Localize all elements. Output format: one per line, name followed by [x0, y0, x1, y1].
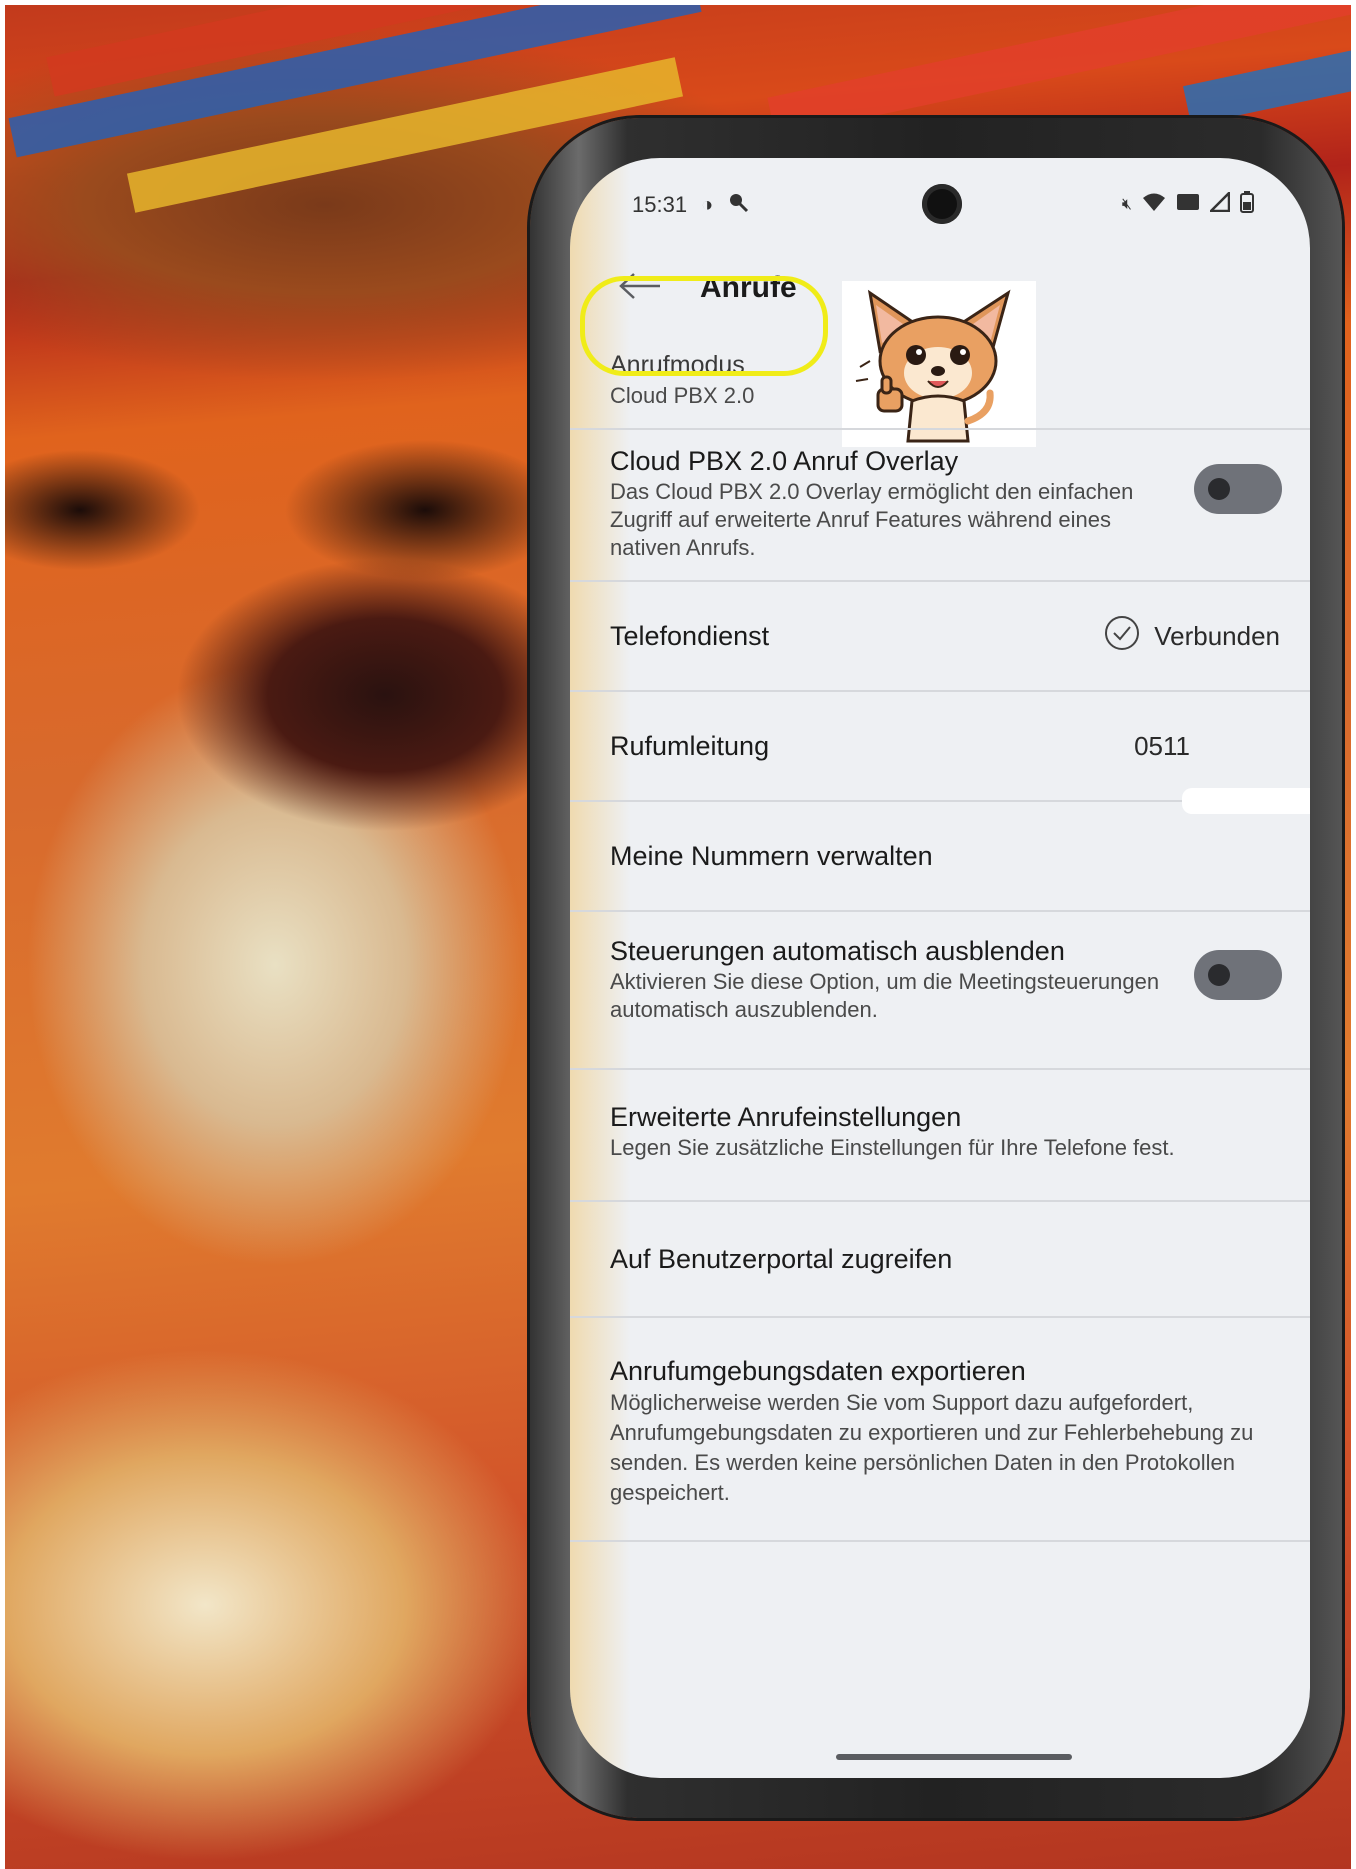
portal-title: Auf Benutzerportal zugreifen — [610, 1244, 953, 1274]
overlay-toggle[interactable] — [1194, 464, 1282, 514]
auto-hide-row[interactable]: Steuerungen automatisch ausblenden Aktiv… — [570, 912, 1310, 1070]
advanced-row[interactable]: Erweiterte Anrufeinstellungen Legen Sie … — [570, 1070, 1310, 1202]
export-title: Anrufumgebungsdaten exportieren — [610, 1356, 1026, 1386]
toggle-knob — [1208, 964, 1230, 986]
alarm-icon: ◑ — [701, 193, 714, 216]
advanced-description: Legen Sie zusätzliche Einstellungen für … — [610, 1135, 1175, 1160]
export-row[interactable]: Anrufumgebungsdaten exportieren Mögliche… — [570, 1318, 1310, 1542]
auto-hide-description: Aktivieren Sie diese Option, um die Meet… — [610, 969, 1160, 1022]
search-icon — [727, 191, 749, 219]
manage-numbers-title: Meine Nummern verwalten — [610, 841, 933, 871]
signal-icon — [1207, 189, 1231, 218]
auto-hide-toggle[interactable] — [1194, 950, 1282, 1000]
status-bar: 15:31 ◑ 🔇︎ — [632, 189, 1254, 220]
advanced-title: Erweiterte Anrufeinstellungen — [610, 1102, 962, 1132]
call-mode-value: Cloud PBX 2.0 — [610, 383, 755, 408]
forwarding-number-text: 0511 — [1134, 730, 1190, 761]
forwarding-title: Rufumleitung — [610, 731, 770, 761]
manage-numbers-row[interactable]: Meine Nummern verwalten — [570, 802, 1310, 912]
overlay-description: Das Cloud PBX 2.0 Overlay ermöglicht den… — [610, 479, 1134, 560]
phone-service-title: Telefondienst — [610, 621, 770, 651]
mute-icon: 🔇︎ — [1121, 196, 1132, 213]
forwarding-row[interactable]: Rufumleitung 0511 — [570, 692, 1310, 802]
phone-service-status: Verbunden — [1104, 615, 1280, 658]
auto-hide-title: Steuerungen automatisch ausblenden — [610, 936, 1065, 966]
settings-list: Anrufmodus Cloud PBX 2.0 Cloud PBX 2.0 A… — [570, 276, 1310, 1542]
export-description: Möglicherweise werden Sie vom Support da… — [610, 1390, 1254, 1505]
data-icon — [1176, 192, 1200, 218]
home-indicator[interactable] — [836, 1754, 1072, 1760]
redaction-mark — [1182, 788, 1310, 814]
phone-screen: 15:31 ◑ 🔇︎ Anrufe Anrufmodus Cloud PBX 2… — [570, 158, 1310, 1778]
overlay-row[interactable]: Cloud PBX 2.0 Anruf Overlay Das Cloud PB… — [570, 430, 1310, 582]
phone-service-row[interactable]: Telefondienst Verbunden — [570, 582, 1310, 692]
overlay-title: Cloud PBX 2.0 Anruf Overlay — [610, 446, 959, 476]
phone-service-status-text: Verbunden — [1154, 620, 1280, 651]
highlight-ring — [580, 276, 828, 376]
portal-row[interactable]: Auf Benutzerportal zugreifen — [570, 1202, 1310, 1318]
forwarding-number: 0511 — [1134, 731, 1190, 762]
status-time: 15:31 — [632, 192, 688, 217]
toggle-knob — [1208, 478, 1230, 500]
check-circle-icon — [1104, 615, 1140, 658]
battery-icon — [1240, 191, 1254, 219]
wifi-icon — [1142, 192, 1166, 218]
